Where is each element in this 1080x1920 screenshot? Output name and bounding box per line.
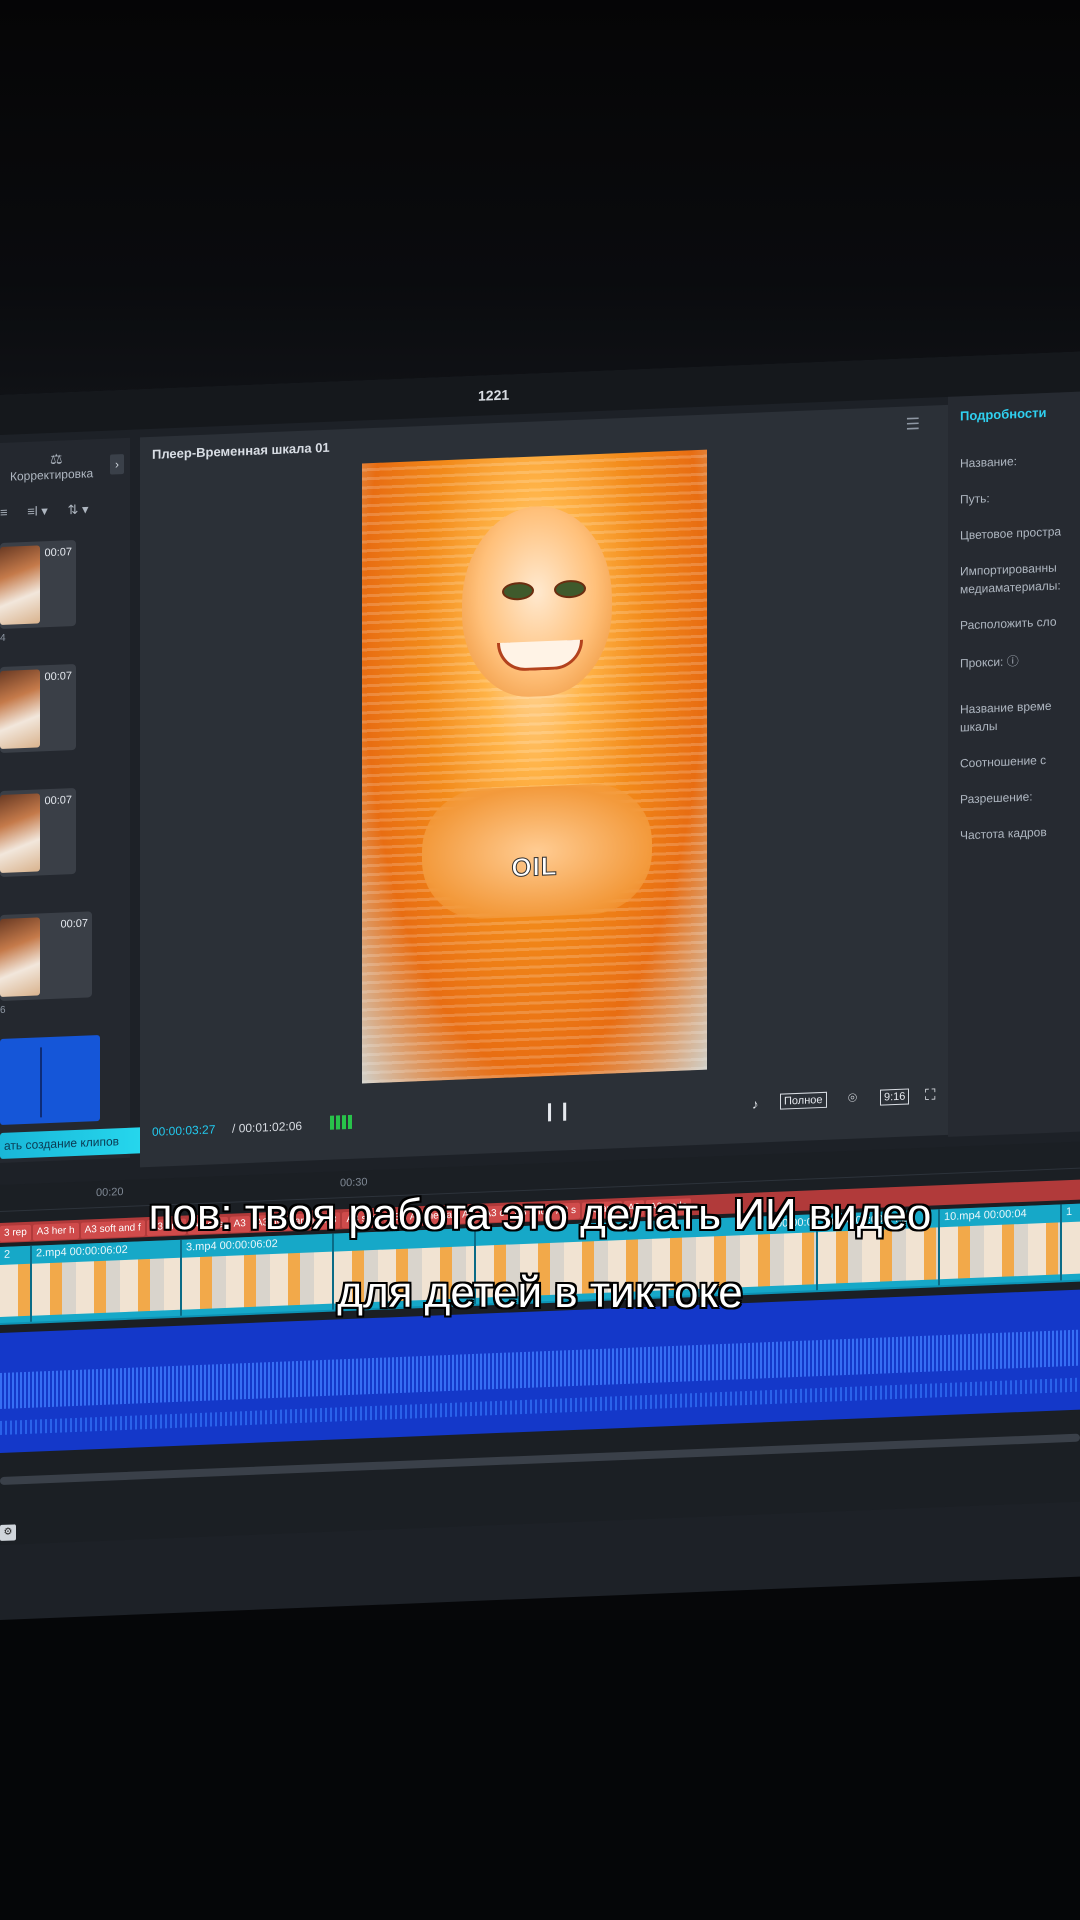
sort-icon[interactable]: ≡l ▾ <box>27 503 48 519</box>
clip-duration: 00:07 <box>44 794 72 808</box>
caption-line-2: для детей в тиктоке <box>337 1268 743 1317</box>
time-separator: / <box>232 1121 236 1136</box>
adjust-icon: ⚖ <box>50 450 63 467</box>
audio-clip[interactable] <box>0 1034 100 1125</box>
media-panel: ⚖ Корректировка › ≡ ≡l ▾ ⇅ ▾ 00:07 4 00:… <box>0 437 154 1163</box>
player-panel: Плеер-Временная шкала 01 ☰ OIL 00:00:03:… <box>140 404 970 1168</box>
field-path-label: Путь: <box>960 491 990 507</box>
details-header: Подробности <box>960 404 1047 424</box>
clip-duration: 00:07 <box>44 546 72 560</box>
field-arrange-label: Расположить сло <box>960 614 1057 633</box>
details-panel: Подробности Название: Путь: Цветовое про… <box>948 390 1080 1137</box>
field-ratio-label: Соотношение с <box>960 752 1047 771</box>
create-clips-button[interactable]: ать создание клипов <box>0 1126 154 1159</box>
menu-icon[interactable]: ☰ <box>906 414 920 435</box>
aspect-ratio-button[interactable]: 9:16 <box>880 1088 910 1106</box>
clip-label: 4 <box>0 632 6 644</box>
total-time-value: 00:01:02:06 <box>238 1118 303 1136</box>
clip-thumbnail <box>0 793 40 873</box>
full-quality-button[interactable]: Полное <box>780 1091 827 1110</box>
fullscreen-icon[interactable]: ⛶ <box>925 1086 936 1103</box>
field-colorspace-label: Цветовое простра <box>960 524 1062 543</box>
clip-label: 6 <box>0 1004 6 1016</box>
clip-thumbnail <box>0 669 40 749</box>
media-clip[interactable]: 00:07 <box>0 663 76 753</box>
snapshot-icon[interactable]: ⌾ <box>848 1090 857 1107</box>
pause-icon[interactable]: ❙❙ <box>542 1100 572 1122</box>
clip-thumbnail <box>0 917 40 997</box>
video-clip-name: 2.mp4 00:00:06:02 <box>36 1243 128 1260</box>
media-clip[interactable]: 00:07 <box>0 911 92 1001</box>
video-clip-name: 3.mp4 00:00:06:02 <box>186 1237 278 1254</box>
field-timeline-name-label-2: шкалы <box>960 718 998 735</box>
video-preview[interactable]: OIL <box>362 449 707 1084</box>
field-imported-label: Импортированны <box>960 560 1057 579</box>
media-toolbar: ≡ ≡l ▾ ⇅ ▾ <box>0 501 105 521</box>
clip-duration: 00:07 <box>44 670 72 684</box>
expand-panel-button[interactable]: › <box>110 454 124 475</box>
player-title: Плеер-Временная шкала 01 <box>152 439 330 462</box>
clip-duration: 00:07 <box>60 917 88 931</box>
field-proxy-label: Прокси: ⓘ <box>960 654 1019 671</box>
ruler-tick: 00:30 <box>340 1176 368 1190</box>
total-time: / 00:01:02:06 <box>232 1119 302 1136</box>
tab-correction[interactable]: ⚖ Корректировка <box>10 449 93 483</box>
list-view-icon[interactable]: ≡ <box>0 505 8 520</box>
field-name-label: Название: <box>960 454 1017 471</box>
current-time: 00:00:03:27 <box>152 1122 216 1139</box>
tab-correction-label: Корректировка <box>10 466 94 484</box>
audio-meter <box>330 1114 352 1130</box>
media-clip[interactable]: 00:07 <box>0 787 76 877</box>
room-background-bottom <box>0 1620 1080 1920</box>
field-timeline-name-label: Название време <box>960 698 1052 717</box>
settings-icon[interactable]: ⚙ <box>0 1524 16 1541</box>
window-title: 1221 <box>478 386 510 404</box>
tiktok-icon[interactable]: ♪ <box>752 1097 759 1112</box>
caption-line-1: пов: твоя работа это делать ИИ видео <box>148 1190 932 1239</box>
video-clip-name: 2 <box>4 1248 11 1261</box>
field-imported-label-2: медиаматериалы: <box>960 578 1061 597</box>
clip-thumbnail <box>0 545 40 625</box>
room-background-top <box>0 0 1080 400</box>
media-clip[interactable]: 00:07 <box>0 539 76 629</box>
field-framerate-label: Частота кадров <box>960 824 1047 843</box>
field-resolution-label: Разрешение: <box>960 789 1033 807</box>
monitor-screen: 1221 ⚖ Корректировка › ≡ ≡l ▾ ⇅ ▾ 00:07 … <box>0 351 1080 1621</box>
filter-icon[interactable]: ⇅ ▾ <box>67 501 88 517</box>
